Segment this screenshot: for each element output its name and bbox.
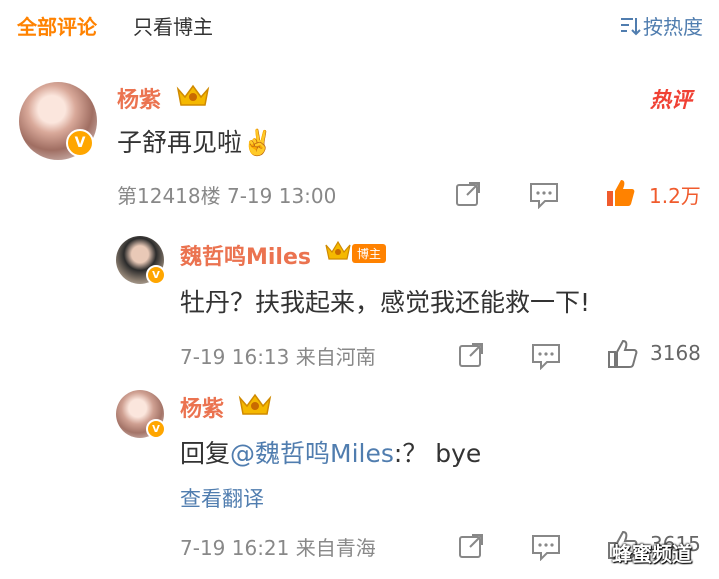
reply-author[interactable]: 杨紫 <box>180 391 224 423</box>
comment-author[interactable]: 杨紫 <box>117 82 161 114</box>
tab-only-host[interactable]: 只看博主 <box>133 11 213 40</box>
comment-icon[interactable] <box>529 181 559 209</box>
reply-body: :？ bye <box>393 439 482 468</box>
crown-icon <box>238 393 272 415</box>
sort-button[interactable]: 按热度 <box>619 11 703 40</box>
reply-author[interactable]: 魏哲鸣Miles <box>180 239 311 271</box>
share-icon[interactable] <box>458 342 484 368</box>
tab-all-comments[interactable]: 全部评论 <box>17 11 97 40</box>
share-icon[interactable] <box>458 533 484 559</box>
reply-prefix: 回复 <box>180 439 231 468</box>
reply-text: 回复@魏哲鸣Miles:？ bye <box>180 434 481 470</box>
comment-icon[interactable] <box>531 533 561 561</box>
sort-label: 按热度 <box>643 15 703 39</box>
verified-icon: V <box>146 419 166 439</box>
host-badge: 博主 <box>352 244 387 263</box>
comment-meta: 第12418楼 7-19 13:00 <box>117 180 336 209</box>
verified-icon: V <box>146 265 166 285</box>
like-count: 3168 <box>650 341 701 365</box>
sort-icon <box>621 17 641 35</box>
reply-text: 牡丹？扶我起来，感觉我还能救一下! <box>180 288 591 317</box>
reply-location: 来自河南 <box>295 345 376 369</box>
comment-icon[interactable] <box>531 342 561 370</box>
reply-meta: 7-19 16:21 来自青海 <box>180 532 376 561</box>
verified-icon: V <box>66 129 94 157</box>
comment-text: 子舒再见啦✌️ <box>117 128 274 157</box>
like-icon[interactable] <box>606 338 638 370</box>
comment-datetime: 7-19 13:00 <box>226 184 337 208</box>
comment-floor: 第12418楼 <box>117 184 221 208</box>
like-icon[interactable] <box>604 177 636 209</box>
watermark: 蜂蜜频道 <box>612 542 692 566</box>
reply-datetime: 7-19 16:21 <box>180 536 290 560</box>
reply-location: 来自青海 <box>295 536 376 560</box>
reply-meta: 7-19 16:13 来自河南 <box>180 341 376 370</box>
mention-link[interactable]: @魏哲鸣Miles <box>230 439 394 468</box>
crown-icon <box>176 84 210 106</box>
reply-datetime: 7-19 16:13 <box>180 345 290 369</box>
translate-link[interactable]: 查看翻译 <box>180 483 264 513</box>
hot-comment-badge: 热评 <box>650 88 692 112</box>
crown-icon <box>325 240 351 260</box>
share-icon[interactable] <box>455 181 481 207</box>
like-count: 1.2万 <box>649 184 701 208</box>
